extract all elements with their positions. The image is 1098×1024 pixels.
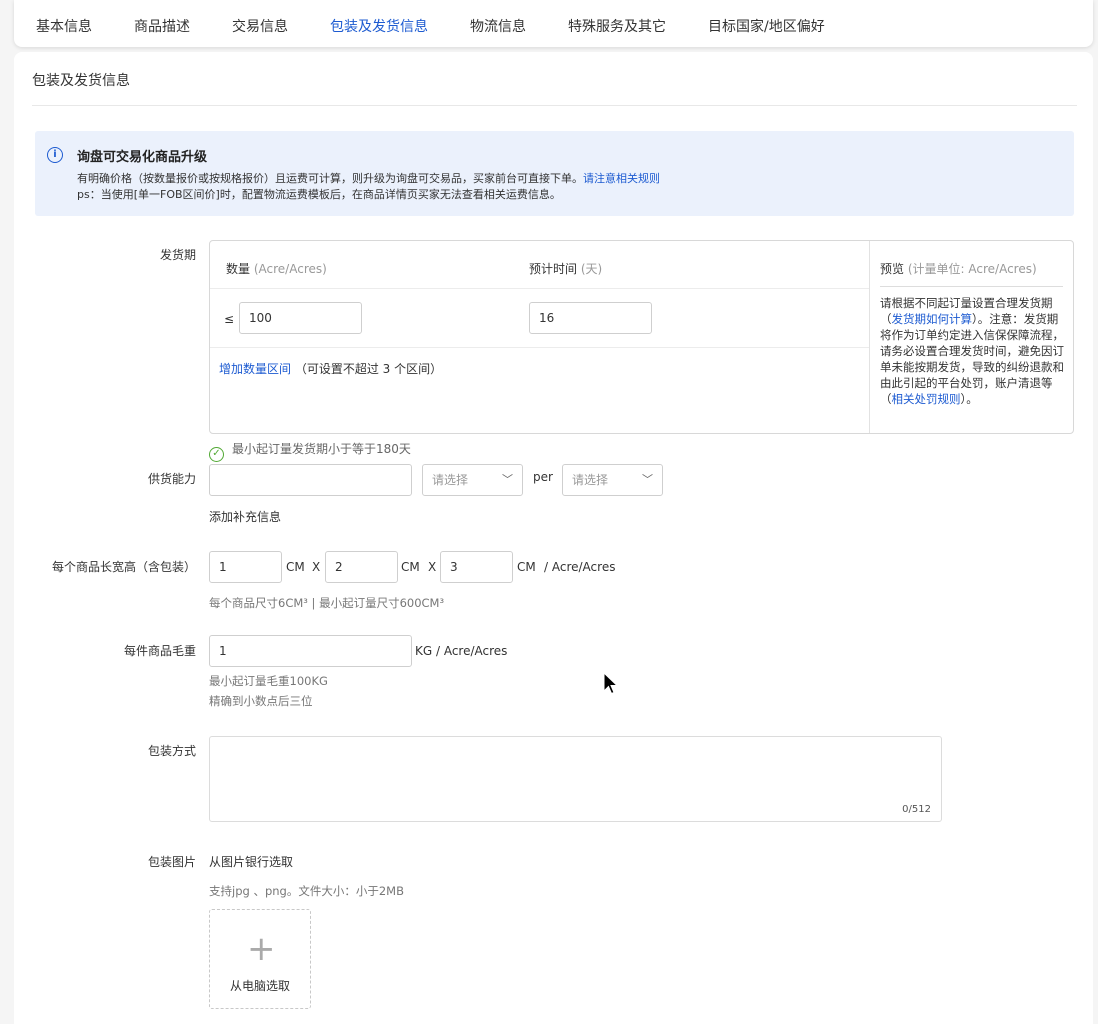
tab-target-region[interactable]: 目标国家/地区偏好 bbox=[708, 16, 825, 36]
packing-method-textarea[interactable]: 0/512 bbox=[209, 736, 942, 822]
quantity-input[interactable]: 100 bbox=[239, 302, 362, 334]
section-title: 包装及发货信息 bbox=[32, 73, 130, 89]
weight-hint-2: 精确到小数点后三位 bbox=[209, 694, 313, 708]
lte-symbol: ≤ bbox=[224, 312, 235, 326]
weight-hint-1: 最小起订量毛重100KG bbox=[209, 674, 328, 688]
notice-title: 询盘可交易化商品升级 bbox=[77, 150, 208, 165]
weight-label: 每件商品毛重 bbox=[123, 644, 196, 658]
upgrade-notice: i 询盘可交易化商品升级 有明确价格（按数量报价或按规格报价）且运费可计算，则升… bbox=[35, 131, 1074, 216]
add-supplement-link[interactable]: 添加补充信息 bbox=[209, 508, 281, 525]
tab-trade-info[interactable]: 交易信息 bbox=[232, 16, 288, 36]
info-icon: i bbox=[47, 147, 63, 163]
chevron-down-icon: ﹀ bbox=[642, 473, 653, 486]
row-divider bbox=[210, 347, 869, 348]
length-input[interactable]: 1 bbox=[209, 551, 282, 583]
penalty-rules-link[interactable]: 相关处罚规则 bbox=[892, 392, 961, 406]
main-panel: 包装及发货信息 i 询盘可交易化商品升级 有明确价格（按数量报价或按规格报价）且… bbox=[14, 52, 1093, 1024]
time-header-text: 预计时间 bbox=[529, 262, 578, 276]
supply-capacity-input[interactable] bbox=[209, 464, 412, 496]
supply-period-placeholder: 请选择 bbox=[572, 473, 609, 487]
delivery-label: 发货期 bbox=[159, 248, 196, 262]
tab-product-description[interactable]: 商品描述 bbox=[134, 16, 190, 36]
notice-line-1-text: 有明确价格（按数量报价或按规格报价）且运费可计算，则升级为询盘可交易品，买家前台… bbox=[77, 172, 583, 185]
header-divider bbox=[210, 288, 869, 289]
top-tab-bar: 基本信息 商品描述 交易信息 包装及发货信息 物流信息 特殊服务及其它 目标国家… bbox=[14, 0, 1093, 47]
tab-packaging-shipping[interactable]: 包装及发货信息 bbox=[330, 16, 428, 36]
plus-icon: + bbox=[247, 929, 276, 969]
times-symbol-1: X bbox=[312, 560, 321, 574]
times-symbol-2: X bbox=[428, 560, 437, 574]
dimensions-per-unit: / Acre/Acres bbox=[544, 560, 616, 574]
qty-header-unit: (Acre/Acres) bbox=[253, 262, 327, 276]
preview-title: 预览 (计量单位: Acre/Acres) bbox=[880, 260, 1037, 277]
preview-text: 请根据不同起订量设置合理发货期（发货期如何计算）。注意：发货期将作为订单约定进入… bbox=[880, 295, 1064, 407]
length-unit: CM bbox=[286, 560, 305, 574]
chevron-down-icon: ﹀ bbox=[502, 473, 513, 486]
tab-special-services[interactable]: 特殊服务及其它 bbox=[568, 16, 666, 36]
height-input[interactable]: 3 bbox=[440, 551, 513, 583]
width-input[interactable]: 2 bbox=[325, 551, 398, 583]
dimensions-hint: 每个商品尺寸6CM³ | 最小起订量尺寸600CM³ bbox=[209, 596, 445, 610]
section-divider bbox=[32, 105, 1077, 106]
add-range-note: （可设置不超过 3 个区间） bbox=[294, 362, 443, 376]
preview-text-3: ）。 bbox=[960, 392, 978, 406]
upload-label: 从电脑选取 bbox=[229, 979, 290, 993]
validation-text: 最小起订量发货期小于等于180天 bbox=[232, 442, 411, 456]
upload-from-computer-button[interactable]: + 从电脑选取 bbox=[209, 909, 311, 1009]
add-range-row: 增加数量区间 （可设置不超过 3 个区间） bbox=[219, 360, 442, 377]
packing-label: 包装方式 bbox=[147, 744, 196, 758]
check-circle-icon: ✓ bbox=[209, 447, 224, 462]
images-hint: 支持jpg 、png。文件大小：小于2MB bbox=[209, 884, 404, 898]
tab-basic-info[interactable]: 基本信息 bbox=[36, 16, 92, 36]
supply-label: 供货能力 bbox=[147, 472, 196, 486]
weight-input[interactable]: 1 bbox=[209, 635, 412, 667]
height-unit: CM bbox=[517, 560, 536, 574]
supply-unit-select[interactable]: 请选择 ﹀ bbox=[422, 464, 523, 496]
preview-unit: (计量单位: Acre/Acres) bbox=[907, 262, 1037, 276]
image-bank-link[interactable]: 从图片银行选取 bbox=[209, 853, 293, 870]
char-counter: 0/512 bbox=[902, 804, 931, 815]
supply-unit-placeholder: 请选择 bbox=[432, 473, 469, 487]
notice-line-1: 有明确价格（按数量报价或按规格报价）且运费可计算，则升级为询盘可交易品，买家前台… bbox=[77, 170, 660, 186]
qty-header-text: 数量 bbox=[226, 262, 251, 276]
weight-unit: KG / Acre/Acres bbox=[415, 644, 508, 658]
tab-logistics[interactable]: 物流信息 bbox=[470, 16, 526, 36]
images-label: 包装图片 bbox=[147, 855, 196, 869]
delivery-period-box: 数量 (Acre/Acres) 预计时间 (天) ≤ 100 16 增加数量区间… bbox=[209, 240, 1074, 434]
preview-divider bbox=[869, 241, 870, 433]
width-unit: CM bbox=[401, 560, 420, 574]
days-input[interactable]: 16 bbox=[529, 302, 652, 334]
time-header-unit: (天) bbox=[580, 262, 603, 276]
rules-link[interactable]: 请注意相关规则 bbox=[583, 172, 660, 185]
qty-header: 数量 (Acre/Acres) bbox=[226, 260, 327, 277]
notice-line-2: ps：当使用[单一FOB区间价]时，配置物流运费模板后，在商品详情页买家无法查看… bbox=[77, 188, 561, 201]
time-header: 预计时间 (天) bbox=[529, 260, 602, 277]
supply-period-select[interactable]: 请选择 ﹀ bbox=[562, 464, 663, 496]
delivery-calc-link[interactable]: 发货期如何计算 bbox=[892, 312, 973, 326]
mouse-cursor-icon bbox=[603, 672, 619, 695]
delivery-validation: ✓ 最小起订量发货期小于等于180天 bbox=[209, 440, 411, 462]
preview-title-divider bbox=[880, 286, 1063, 287]
per-label: per bbox=[533, 470, 553, 484]
dimensions-label: 每个商品长宽高（含包装） bbox=[51, 560, 196, 574]
add-range-link[interactable]: 增加数量区间 bbox=[219, 362, 291, 376]
preview-title-text: 预览 bbox=[880, 262, 905, 276]
